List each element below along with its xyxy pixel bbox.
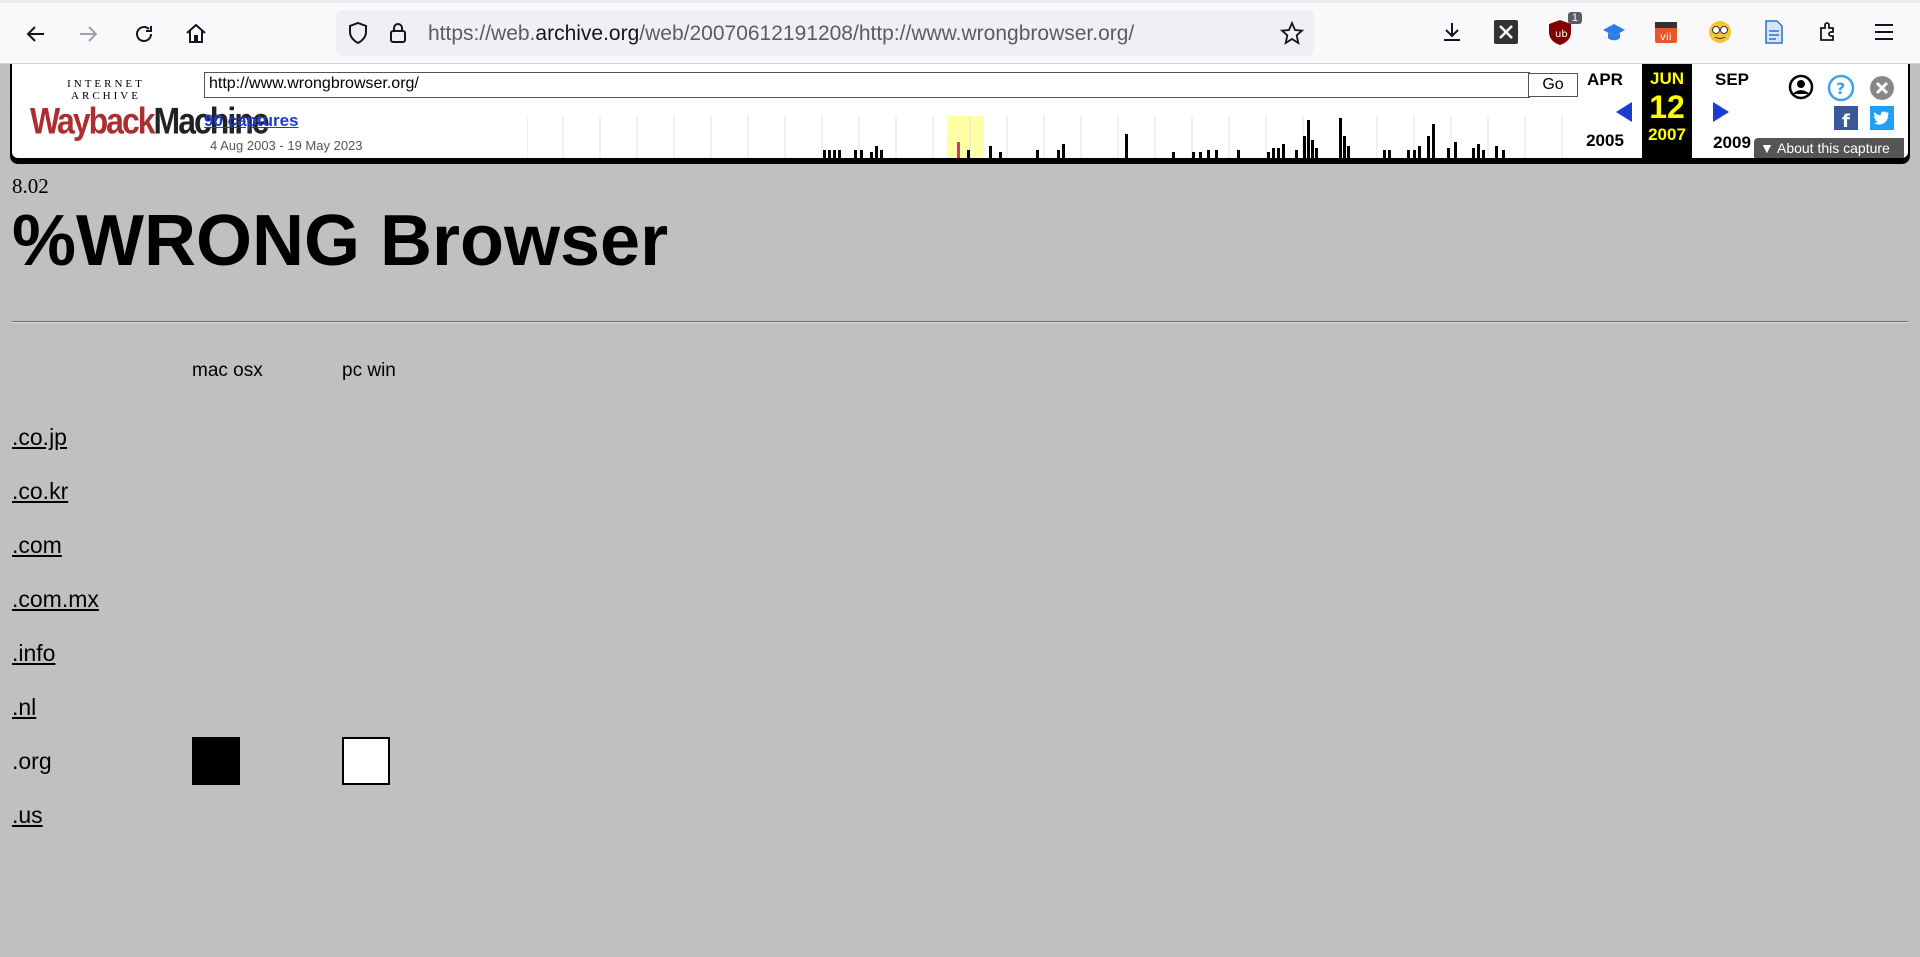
back-arrow-icon (26, 26, 44, 42)
wayback-url-input[interactable]: http://www.wrongbrowser.org/ (204, 72, 1530, 98)
prev-month-label[interactable]: APR (1575, 70, 1635, 90)
captures-link[interactable]: 90 captures (204, 111, 299, 131)
bookmark-star-icon[interactable] (1280, 21, 1304, 45)
about-capture-button[interactable]: ▼ About this capture (1754, 138, 1904, 158)
svg-text:vii: vii (1660, 32, 1671, 43)
tld-link-co-kr[interactable]: .co.kr (12, 478, 68, 505)
account-icon[interactable] (1788, 74, 1814, 100)
graduation-cap-icon[interactable] (1598, 16, 1630, 48)
tld-link-info[interactable]: .info (12, 640, 55, 667)
svg-text:?: ? (1836, 79, 1845, 98)
column-header-mac: mac osx (192, 360, 263, 381)
x-extension-icon[interactable] (1490, 16, 1522, 48)
next-capture-arrow-icon[interactable] (1709, 100, 1733, 124)
menu-hamburger-icon[interactable] (1868, 16, 1900, 48)
forward-button[interactable] (70, 16, 106, 52)
twitter-icon[interactable] (1870, 106, 1894, 130)
caret-down-icon: ▼ (1760, 140, 1777, 156)
forward-arrow-icon (80, 26, 98, 42)
downloads-icon[interactable] (1436, 16, 1468, 48)
sparkline-current-year (947, 116, 983, 158)
extensions-puzzle-icon[interactable] (1812, 16, 1844, 48)
shield-icon[interactable] (346, 21, 370, 45)
page-title: %WRONG Browser (12, 201, 669, 281)
url-domain: archive.org (535, 22, 640, 45)
calendar-extension-icon[interactable]: vii (1650, 16, 1682, 48)
svg-text:ub: ub (1555, 29, 1568, 40)
prev-capture-arrow-icon[interactable] (1612, 100, 1636, 124)
reload-button[interactable] (126, 16, 162, 52)
lock-icon[interactable] (386, 21, 410, 45)
url-text[interactable]: https://web.archive.org/web/200706121912… (428, 22, 1134, 46)
tld-link-us[interactable]: .us (12, 802, 43, 829)
mac-osx-filled-square (192, 737, 240, 785)
version-number: 8.02 (12, 174, 49, 198)
address-bar[interactable]: https://web.archive.org/web/200706121912… (336, 10, 1314, 56)
tab-strip-edge (0, 0, 1920, 3)
wayback-go-button[interactable]: Go (1528, 73, 1578, 97)
document-extension-icon[interactable] (1758, 16, 1790, 48)
about-capture-label: About this capture (1776, 140, 1890, 156)
reload-icon (136, 26, 152, 42)
tld-link-com[interactable]: .com (12, 532, 62, 559)
current-day: 12 (1649, 89, 1685, 125)
url-prefix: https://web. (428, 22, 536, 45)
next-month-label[interactable]: SEP (1702, 70, 1762, 90)
horizontal-rule (12, 321, 1908, 323)
browser-toolbar: https://web.archive.org/web/200706121912… (0, 0, 1920, 64)
current-capture-date: JUN 12 2007 (1642, 64, 1692, 158)
current-year: 2007 (1648, 125, 1686, 144)
current-month: JUN (1649, 69, 1684, 88)
prev-year-label[interactable]: 2005 (1575, 131, 1635, 151)
wayback-logo[interactable]: INTERNET ARCHIVE WaybackMachine (30, 78, 270, 144)
next-year-label[interactable]: 2009 (1702, 133, 1762, 153)
svg-text:f: f (1842, 111, 1850, 130)
close-icon[interactable] (1869, 75, 1895, 101)
ublock-icon[interactable]: ub 1 (1544, 12, 1582, 48)
ublock-badge: 1 (1567, 12, 1582, 24)
column-header-pc: pc win (342, 360, 396, 381)
facebook-icon[interactable]: f (1834, 106, 1858, 130)
home-icon (186, 23, 206, 43)
capture-sparkline[interactable] (527, 116, 1587, 158)
tld-link-nl[interactable]: .nl (12, 694, 36, 721)
back-button[interactable] (18, 16, 54, 52)
wayback-toolbar: INTERNET ARCHIVE WaybackMachine http://w… (10, 64, 1910, 160)
home-button[interactable] (178, 16, 214, 52)
wayback-logo-way: Wayback (30, 100, 156, 142)
tld-link-co-jp[interactable]: .co.jp (12, 424, 67, 451)
tld-label-org: .org (12, 748, 52, 774)
help-icon[interactable]: ? (1827, 74, 1855, 102)
pc-win-empty-square (342, 737, 390, 785)
url-path: /web/20070612191208/http://www.wrongbrow… (639, 22, 1135, 45)
capture-date-range: 4 Aug 2003 - 19 May 2023 (210, 138, 363, 153)
tld-link-com-mx[interactable]: .com.mx (12, 586, 99, 613)
nerd-face-icon[interactable] (1704, 16, 1736, 48)
